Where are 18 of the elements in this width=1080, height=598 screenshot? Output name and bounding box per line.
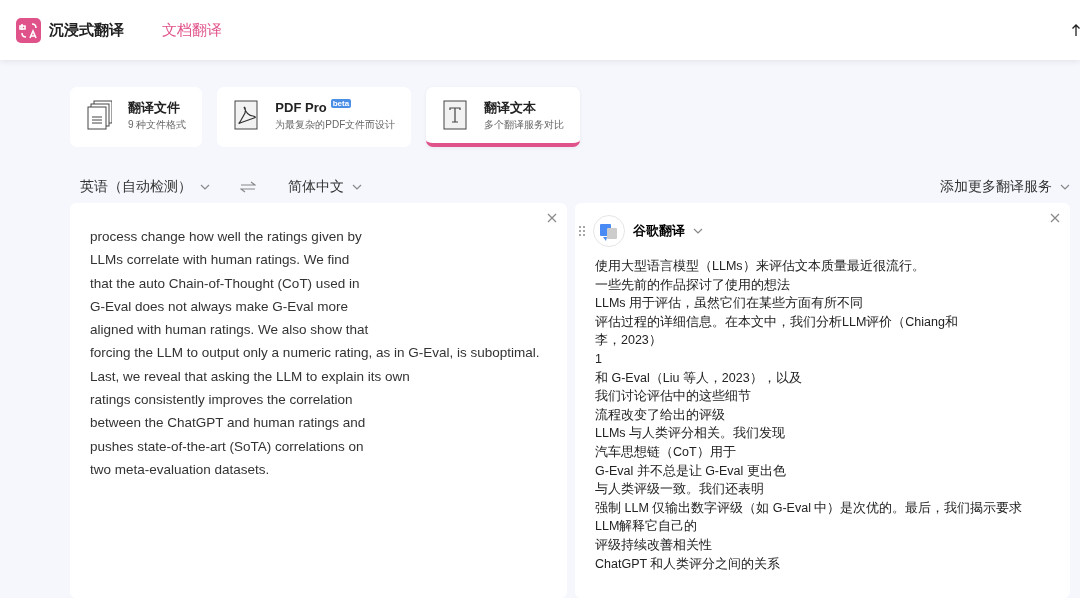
language-select[interactable]: 简体中文 [278, 176, 362, 198]
app-name: 沉浸式翻译 [49, 19, 124, 40]
mode-card[interactable]: 翻译文本 多个翻译服务对比 [426, 87, 581, 147]
source-text: process change how well the ratings given by LLMs correlate with human ratings. We find that the auto Chain-of-Thought (CoT) used in G-Eval does not always make G-Eval more aligned with human ratings. We also show that forcing the LLM to output only a numeric rating, as in G-Eval, is suboptimal. Last, we reveal that asking the LLM to explain its own ratings consistently improves the correlation between the ChatGPT and human ratings and pushes state-of-the-art (SoTA) correlations on two meta-evaluation datasets. [90, 228, 541, 479]
card-title: 翻译文件 [128, 99, 180, 115]
mode-card[interactable]: PDF Pro beta 为最复杂的PDF文件而设计 [217, 87, 412, 147]
add-services-select[interactable]: 添加更多翻译服务 [930, 176, 1070, 198]
service-select[interactable]: 谷歌翻译 [633, 221, 703, 241]
nav-link[interactable]: 文档翻译 [162, 18, 222, 42]
translated-text: 使用大型语言模型（LLMs）来评估文本质量最近很流行。 一些先前的作品探讨了使用的想法 LLMs 用于评估，虽然它们在某些方面有所不同 评估过程的详细信息。在本文中，我们分析LLM评价（Chiang和 李，2023） 1 和 G-Eval（Liu 等人，2023），以及 我们讨论评估中的这些细节 流程改变了给出的评级 LLMs 与人类评分相关。我们发现 汽车思想链（CoT）用于 G-Eval 并不总是让 G-Eval 更出色 与人类评级一致。我们还表明 强制 LLM 仅输出数字评级（如 G-Eval 中）是次优的。最后，我们揭示要求 LLM解释它自己的 评级持续改善相关性 ChatGPT 和人类评分之间的关系 [595, 258, 1024, 573]
mode-card[interactable]: 翻译文件 9 种文件格式 [70, 87, 203, 147]
card-subtitle: 为最复杂的PDF文件而设计 [275, 118, 396, 133]
card-subtitle: 多个翻译服务对比 [484, 118, 565, 133]
card-subtitle: 9 种文件格式 [128, 118, 187, 133]
card-title: 翻译文本 [484, 99, 537, 115]
language-select[interactable]: 英语（自动检测） [70, 176, 210, 198]
card-title: PDF Pro [275, 99, 327, 115]
beta-badge: beta [330, 98, 352, 108]
